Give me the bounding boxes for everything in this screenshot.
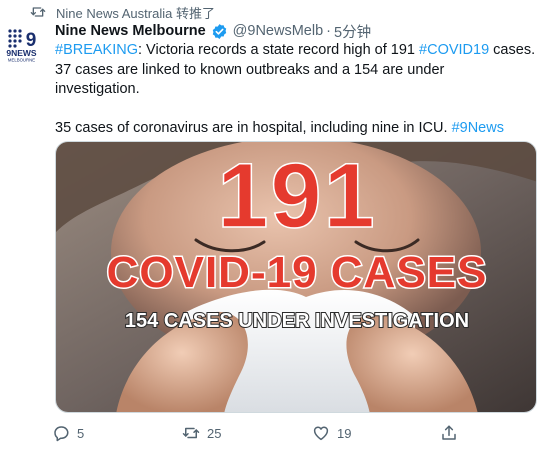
retweet-icon xyxy=(30,5,46,19)
tweet-line-1: #BREAKING: Victoria records a state reco… xyxy=(55,41,539,61)
tweet-line-4: 35 cases of coronavirus are in hospital,… xyxy=(55,119,539,139)
hashtag-covid19[interactable]: #COVID19 xyxy=(419,42,489,58)
retweet-count: 25 xyxy=(207,425,222,441)
tweet-text-segment: 35 cases of coronavirus are in hospital,… xyxy=(55,119,452,136)
retweet-icon xyxy=(182,424,200,442)
avatar-logo-text: 9NEWS xyxy=(6,48,37,58)
tweet-line-3: investigation. xyxy=(55,81,140,97)
avatar-logo-subtext: MELBOURNE xyxy=(8,58,35,63)
like-button[interactable]: 19 xyxy=(312,424,351,442)
reply-count: 5 xyxy=(77,425,85,441)
reply-icon xyxy=(52,424,70,442)
retweet-indicator[interactable]: Nine News Australia 转推了 xyxy=(30,3,215,21)
tweet-text-segment: cases. xyxy=(489,42,536,58)
tweet-body: #BREAKING: Victoria records a state reco… xyxy=(55,41,539,138)
retweet-button[interactable]: 25 xyxy=(182,424,221,442)
media-headline: COVID-19 CASES xyxy=(107,248,488,297)
reply-button[interactable]: 5 xyxy=(52,424,84,442)
share-icon xyxy=(440,424,458,442)
tweet-media-image[interactable]: 191 COVID-19 CASES 154 CASES UNDER INVES… xyxy=(55,141,537,413)
hashtag-9news[interactable]: #9News xyxy=(452,120,504,136)
share-button[interactable] xyxy=(440,424,465,442)
heart-icon xyxy=(312,424,330,442)
like-count: 19 xyxy=(337,425,352,441)
tweet-actions: 5 25 19 xyxy=(52,424,472,444)
avatar[interactable]: 9 9NEWS MELBOURNE xyxy=(5,27,38,63)
media-subline: 154 CASES UNDER INVESTIGATION xyxy=(125,310,469,332)
verified-badge-icon xyxy=(211,23,228,40)
tweet-header: Nine News Melbourne @9NewsMelb · 5分钟 xyxy=(55,21,371,41)
hashtag-breaking[interactable]: #BREAKING xyxy=(55,42,138,58)
media-big-number: 191 xyxy=(217,145,377,247)
tweet-line-2: 37 cases are linked to known outbreaks a… xyxy=(55,61,445,78)
tweet-text-segment: : Victoria records a state record high o… xyxy=(138,42,420,58)
separator-dot: · xyxy=(326,23,331,39)
timestamp[interactable]: 5分钟 xyxy=(334,21,371,42)
retweeted-by-text: Nine News Australia 转推了 xyxy=(56,5,215,21)
author-handle[interactable]: @9NewsMelb xyxy=(233,23,323,39)
author-name[interactable]: Nine News Melbourne xyxy=(55,23,206,39)
